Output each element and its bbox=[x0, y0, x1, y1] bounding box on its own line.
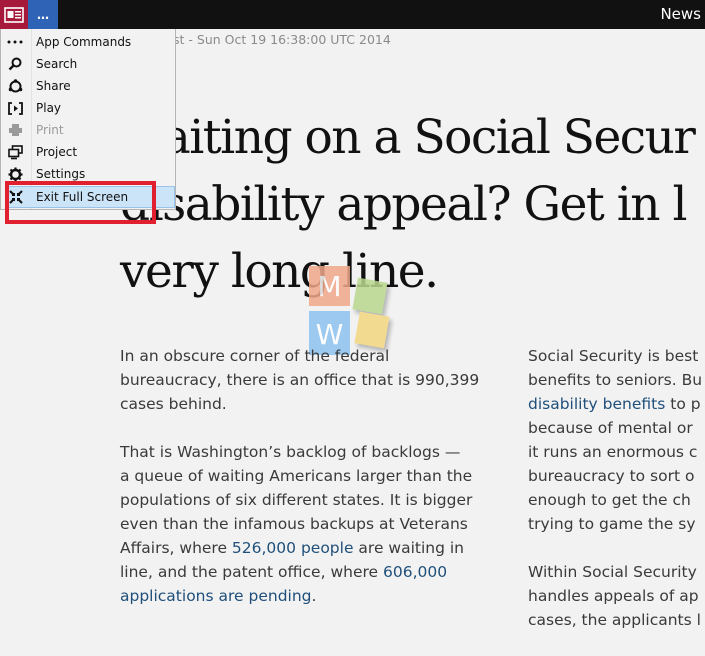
text-line: bureaucracy to sort o bbox=[528, 467, 695, 485]
menu-item-app-commands[interactable]: App Commands bbox=[1, 31, 175, 53]
menu-item-print[interactable]: Print bbox=[1, 119, 175, 141]
share-icon bbox=[1, 75, 29, 97]
text-line: trying to game the sy bbox=[528, 515, 696, 533]
link-606000-applications[interactable]: 606,000 bbox=[383, 563, 447, 581]
text: line, and the patent office, where bbox=[120, 563, 383, 581]
link-disability-benefits[interactable]: disability benefits bbox=[528, 395, 665, 413]
logo-tile-green bbox=[352, 277, 388, 315]
menu-item-label: Share bbox=[36, 79, 71, 93]
paragraph: Social Security is best benefits to seni… bbox=[528, 344, 705, 536]
text-line: enough to get the ch bbox=[528, 491, 691, 509]
menu-item-project[interactable]: Project bbox=[1, 141, 175, 163]
headline-line: Waiting on a Social Secur bbox=[120, 110, 696, 165]
ellipsis-icon: … bbox=[37, 7, 49, 22]
text: are waiting in bbox=[353, 539, 465, 557]
text-line: applications are pending. bbox=[120, 584, 500, 608]
logo-tile-m: M bbox=[309, 266, 350, 306]
ellipsis-icon bbox=[1, 31, 29, 53]
print-icon bbox=[1, 119, 29, 141]
project-icon bbox=[1, 141, 29, 163]
text-line: Within Social Security bbox=[528, 563, 697, 581]
annotation-highlight-box bbox=[5, 181, 156, 224]
text-line: line, and the patent office, where 606,0… bbox=[120, 560, 500, 584]
article-headline: Waiting on a Social Secur disability app… bbox=[120, 104, 705, 305]
app-title: News bbox=[660, 5, 701, 23]
text-line: because of mental or bbox=[528, 419, 693, 437]
search-icon bbox=[1, 53, 29, 75]
menu-item-label: Play bbox=[36, 101, 62, 115]
text-line: even than the infamous backups at Vetera… bbox=[120, 515, 468, 533]
text-line: Affairs, where 526,000 people are waitin… bbox=[120, 536, 500, 560]
text-line: In an obscure corner of the federal bbox=[120, 347, 390, 365]
headline-line: disability appeal? Get in l bbox=[120, 177, 687, 232]
menu-item-share[interactable]: Share bbox=[1, 75, 175, 97]
menu-item-label: Project bbox=[36, 145, 78, 159]
paragraph: Within Social Security handles appeals o… bbox=[528, 560, 705, 632]
play-icon bbox=[1, 97, 29, 119]
logo-tile-yellow bbox=[354, 311, 390, 349]
menu-item-label: App Commands bbox=[36, 35, 132, 49]
text-line: it runs an enormous c bbox=[528, 443, 698, 461]
paragraph: That is Washington’s backlog of backlogs… bbox=[120, 440, 500, 608]
article-column-right: Social Security is best benefits to seni… bbox=[528, 344, 705, 656]
menu-item-search[interactable]: Search bbox=[1, 53, 175, 75]
text-line: cases, the applicants l bbox=[528, 611, 701, 629]
text-line: bureaucracy, there is an office that is … bbox=[120, 371, 480, 389]
paragraph: In an obscure corner of the federal bure… bbox=[120, 344, 500, 416]
text-line: benefits to seniors. Bu bbox=[528, 371, 703, 389]
menu-item-label: Search bbox=[36, 57, 78, 71]
text-line: disability benefits to p bbox=[528, 392, 705, 416]
text-line: That is Washington’s backlog of backlogs… bbox=[120, 443, 461, 461]
text-line: populations of six different states. It … bbox=[120, 491, 473, 509]
text-line: a queue of waiting Americans larger than… bbox=[120, 467, 473, 485]
menu-item-label: Print bbox=[36, 123, 64, 137]
more-options-button[interactable]: … bbox=[28, 0, 58, 29]
menu-item-label: Settings bbox=[36, 167, 86, 181]
text: Affairs, where bbox=[120, 539, 232, 557]
menu-item-play[interactable]: Play bbox=[1, 97, 175, 119]
headline-line: very long line. bbox=[120, 244, 439, 299]
link-526000-people[interactable]: 526,000 people bbox=[232, 539, 354, 557]
text: . bbox=[311, 587, 317, 605]
text: to p bbox=[665, 395, 701, 413]
article-column-left: In an obscure corner of the federal bure… bbox=[120, 344, 500, 632]
app-menu-button[interactable] bbox=[0, 0, 28, 29]
app-bar: … News bbox=[0, 0, 705, 29]
text-line: cases behind. bbox=[120, 395, 227, 413]
text-line: handles appeals of ap bbox=[528, 587, 699, 605]
news-app-icon bbox=[4, 6, 24, 23]
text-line: Social Security is best bbox=[528, 347, 699, 365]
link-606000-applications[interactable]: applications are pending bbox=[120, 587, 312, 605]
